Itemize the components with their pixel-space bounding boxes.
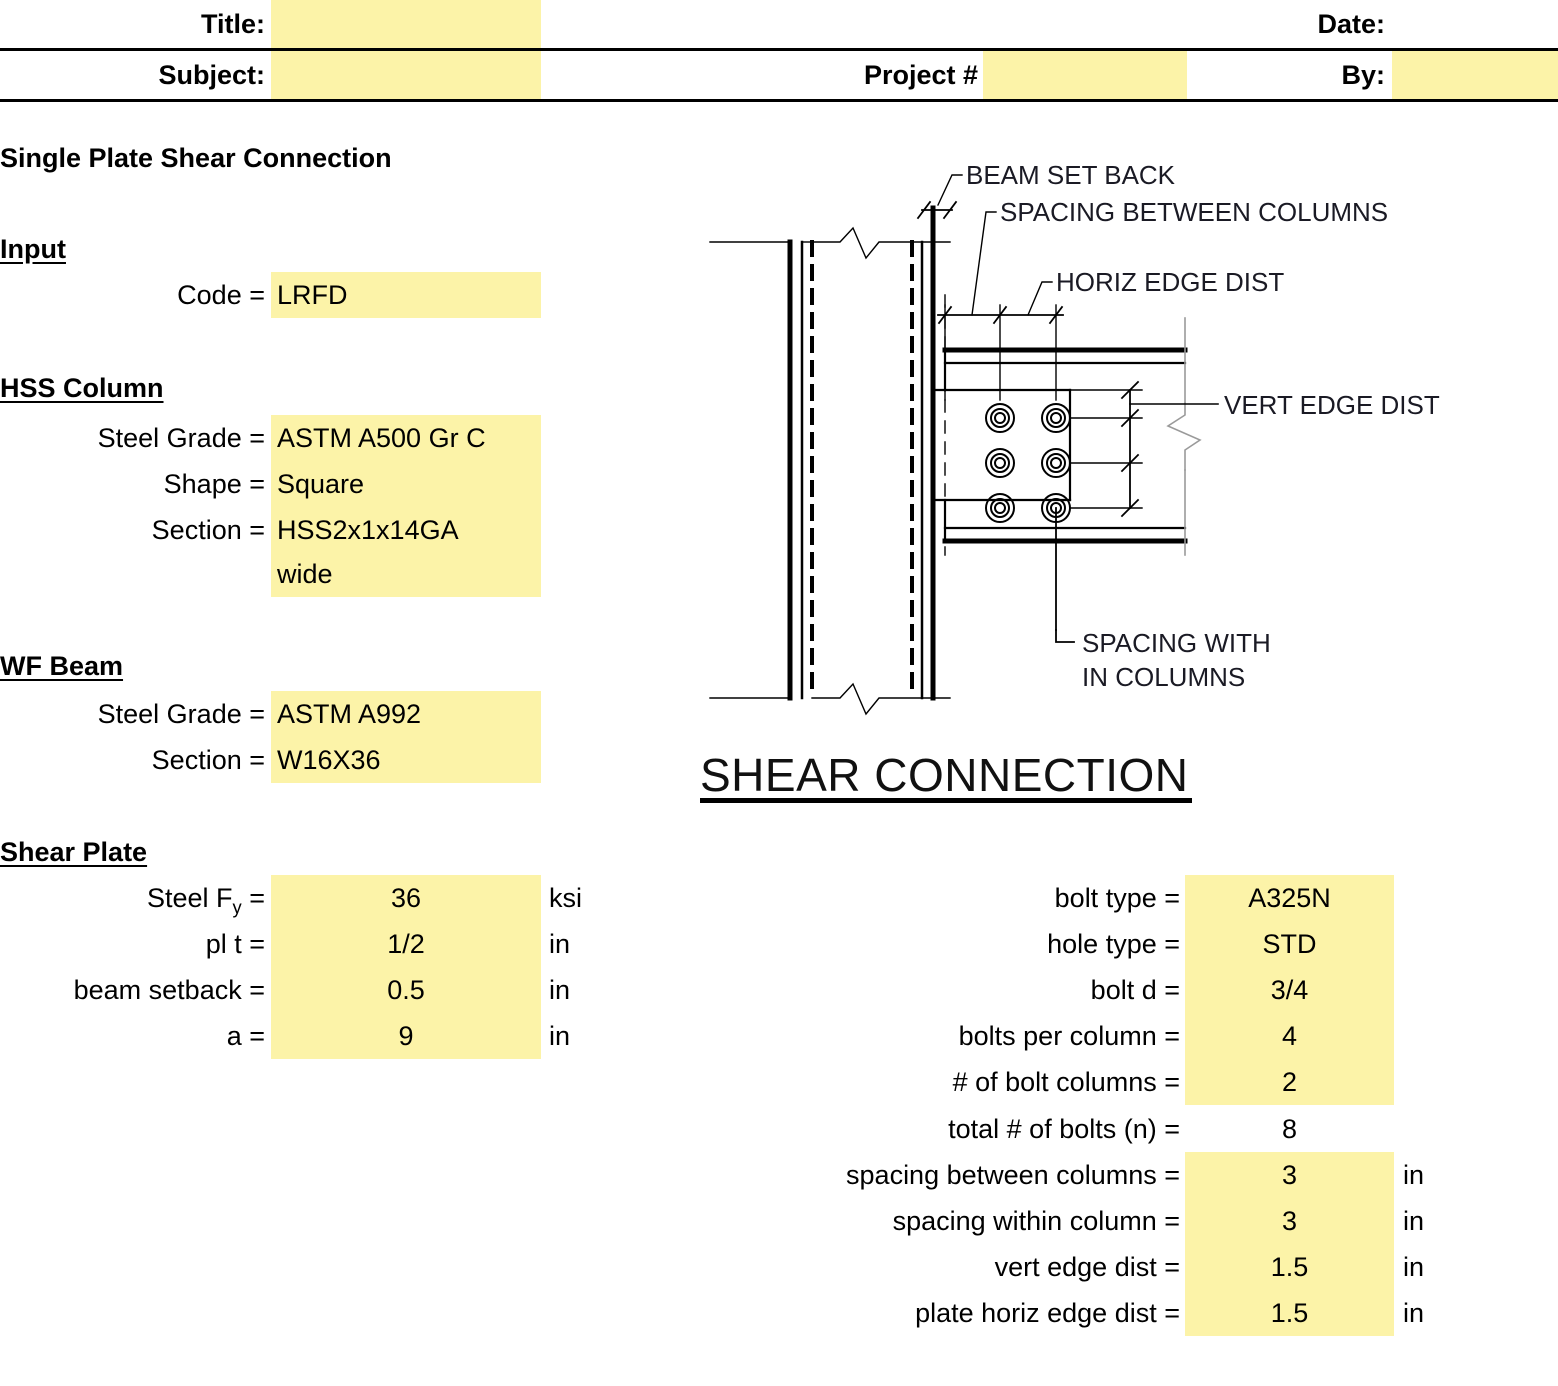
plate-fy-value[interactable]: 36 [271,875,541,921]
plate-thickness-unit: in [549,929,571,959]
diagram-title: SHEAR CONNECTION [700,749,1189,801]
vert-edge-dist-value[interactable]: 1.5 [1185,1244,1394,1290]
beam-setback-unit: in [549,975,571,1005]
spacing-between-columns-label: spacing between columns = [846,1160,1180,1190]
page-title: Single Plate Shear Connection [0,143,392,173]
total-bolts-label: total # of bolts (n) = [948,1114,1180,1144]
hss-section-label: Section = [151,515,265,545]
bolt-diameter-value[interactable]: 3/4 [1185,967,1394,1013]
subject-label: Subject: [158,60,265,90]
plate-thickness-label: pl t = [205,929,265,959]
annotation-beam-set-back: BEAM SET BACK [966,160,1176,190]
code-value[interactable]: LRFD [271,272,541,318]
annotation-spacing-within-columns-line1: SPACING WITH [1082,628,1271,658]
section-heading-input: Input [0,234,66,264]
project-number-label: Project # [863,60,978,90]
total-bolts-value: 8 [1281,1114,1298,1144]
plate-horiz-edge-dist-unit: in [1403,1298,1425,1328]
title-input[interactable] [271,0,541,48]
wf-steel-grade-label: Steel Grade = [97,699,265,729]
bolts-per-column-label: bolts per column = [958,1021,1180,1051]
title-label: Title: [200,9,265,39]
plate-fy-label-text: Steel F [146,883,233,913]
spacing-between-columns-unit: in [1403,1160,1425,1190]
hole-type-label: hole type = [1047,929,1180,959]
hss-section-value-line2[interactable]: wide [271,551,541,597]
plate-thickness-value[interactable]: 1/2 [271,921,541,967]
bolt-diameter-label: bolt d = [1090,975,1180,1005]
wf-section-label: Section = [151,745,265,775]
annotation-spacing-between-columns: SPACING BETWEEN COLUMNS [1000,197,1388,227]
by-input[interactable] [1392,51,1558,99]
diagram-title-underline [700,798,1192,803]
hss-shape-value[interactable]: Square [271,461,541,507]
bolt-type-value[interactable]: A325N [1185,875,1394,921]
hss-shape-label: Shape = [163,469,265,499]
spacing-within-column-value[interactable]: 3 [1185,1198,1394,1244]
subject-input[interactable] [271,51,541,99]
bolt-type-label: bolt type = [1054,883,1180,913]
dimension-a-label: a = [226,1021,265,1051]
vert-edge-dist-label: vert edge dist = [994,1252,1180,1282]
header-row-2: Subject: Project # By: [0,51,1558,102]
section-heading-hss-column: HSS Column [0,373,164,403]
bolt-columns-count-label: # of bolt columns = [952,1067,1180,1097]
annotation-horiz-edge-dist: HORIZ EDGE DIST [1056,267,1284,297]
hss-section-value[interactable]: HSS2x1x14GA [271,507,541,553]
date-label: Date: [1317,9,1385,39]
plate-fy-unit: ksi [549,883,582,913]
section-heading-wf-beam: WF Beam [0,651,124,681]
section-heading-shear-plate: Shear Plate [0,837,148,867]
spacing-within-column-unit: in [1403,1206,1425,1236]
annotation-spacing-within-columns-line2: IN COLUMNS [1082,662,1245,692]
plate-fy-label-tail: = [241,883,265,913]
plate-fy-subscript: y [232,896,242,918]
sheet-header: Title: Date: Subject: Project # By: [0,0,1558,102]
dimension-a-value[interactable]: 9 [271,1013,541,1059]
dimension-a-unit: in [549,1021,571,1051]
hss-steel-grade-label: Steel Grade = [97,423,265,453]
code-label: Code = [177,280,265,310]
hss-steel-grade-value[interactable]: ASTM A500 Gr C [271,415,541,461]
plate-horiz-edge-dist-label: plate horiz edge dist = [915,1298,1180,1328]
plate-horiz-edge-dist-value[interactable]: 1.5 [1185,1290,1394,1336]
beam-setback-value[interactable]: 0.5 [271,967,541,1013]
spacing-within-column-label: spacing within column = [892,1206,1180,1236]
header-row-1: Title: Date: [0,0,1558,51]
annotation-vert-edge-dist: VERT EDGE DIST [1224,390,1440,420]
hole-type-value[interactable]: STD [1185,921,1394,967]
by-label: By: [1341,60,1385,90]
spacing-between-columns-value[interactable]: 3 [1185,1152,1394,1198]
shear-connection-diagram: BEAM SET BACK SPACING BETWEEN COLUMNS HO… [690,150,1520,830]
vert-edge-dist-unit: in [1403,1252,1425,1282]
wf-steel-grade-value[interactable]: ASTM A992 [271,691,541,737]
bolt-columns-count-value[interactable]: 2 [1185,1059,1394,1105]
beam-setback-label: beam setback = [73,975,265,1005]
bolts-per-column-value[interactable]: 4 [1185,1013,1394,1059]
wf-section-value[interactable]: W16X36 [271,737,541,783]
